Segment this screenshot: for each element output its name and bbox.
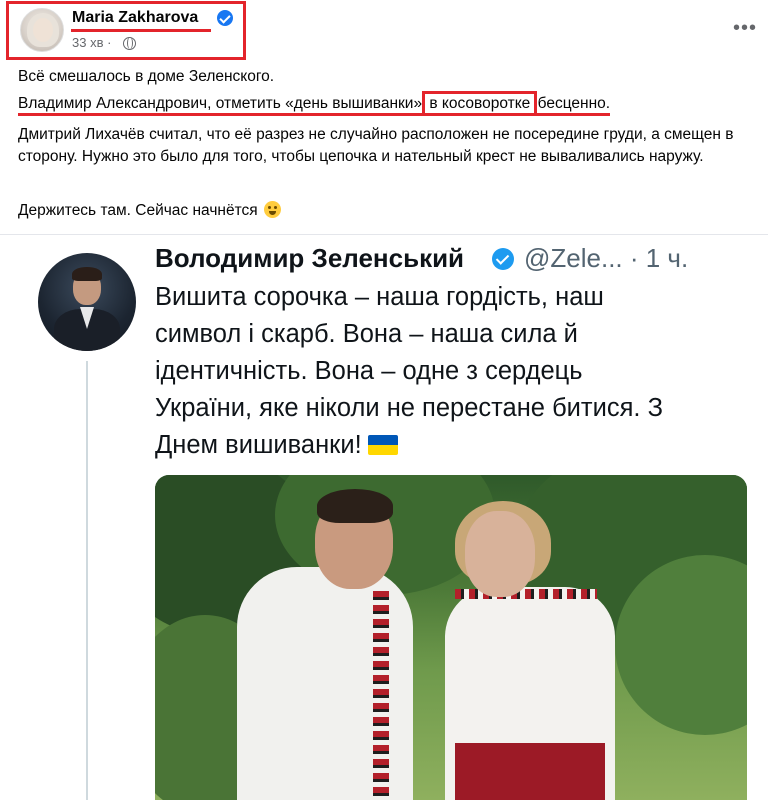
tweet-text: Вишита сорочка – наша гордість, наш симв…	[155, 283, 663, 459]
ukraine-flag-icon	[367, 435, 398, 455]
tweet-author-name: Володимир Зеленський	[155, 243, 465, 273]
post-paragraph-1: Всё смешалось в доме Зеленского.	[18, 68, 275, 85]
post-header: Maria Zakharova 33 хв · •••	[0, 0, 768, 64]
author-name[interactable]: Maria Zakharova	[72, 9, 198, 27]
embedded-tweet-image[interactable]: Володимир Зеленський @Zele... · 1 ч. Виш…	[0, 234, 768, 800]
thread-line	[86, 361, 88, 800]
crying-laughing-emoji-icon	[263, 201, 281, 218]
tweet-photo	[155, 475, 747, 800]
highlight-underline-text: Владимир Александрович, отметить «день в…	[18, 91, 611, 116]
tweet-handle-time: @Zele... · 1 ч.	[524, 243, 689, 273]
post-paragraph-3: Дмитрий Лихачёв считал, что её разрез не…	[18, 126, 734, 165]
tweet-author-avatar	[38, 253, 136, 351]
highlight-box-phrase: в косоворотке	[422, 91, 538, 116]
post-paragraph-4: Держитесь там. Сейчас начнётся	[18, 200, 281, 222]
author-avatar[interactable]	[20, 8, 64, 52]
post-paragraph-2: Владимир Александрович, отметить «день в…	[18, 91, 611, 116]
highlight-underline-author	[71, 29, 211, 32]
verified-badge-icon	[217, 10, 233, 26]
tweet-verified-icon	[492, 248, 514, 270]
public-globe-icon	[123, 37, 136, 50]
post-timestamp[interactable]: 33 хв ·	[72, 35, 111, 50]
more-options-icon[interactable]: •••	[733, 18, 757, 38]
